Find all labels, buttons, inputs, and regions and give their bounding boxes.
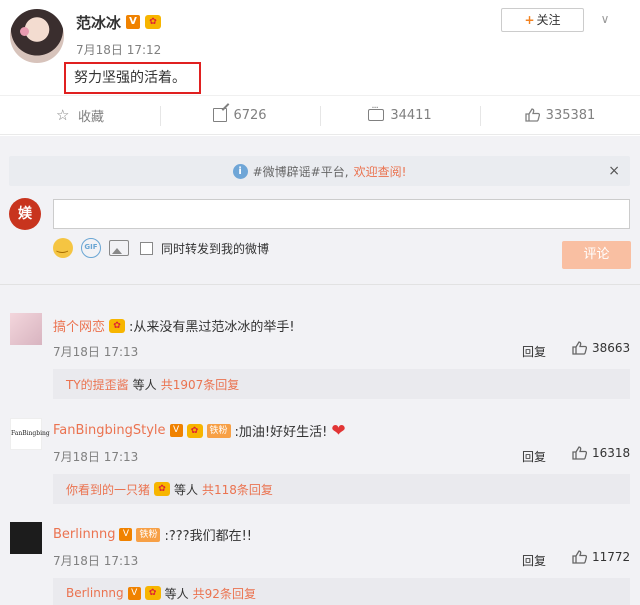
divider	[0, 284, 640, 285]
sub-reply-user[interactable]: TY的提歪酱	[66, 376, 129, 393]
sub-reply-mid: 等人	[174, 482, 199, 497]
commenter-avatar[interactable]	[10, 522, 42, 554]
plus-icon: +	[524, 13, 535, 27]
fan-badge-icon: ✿	[186, 423, 203, 438]
forward-checkbox[interactable]	[140, 241, 153, 255]
comment-like-button[interactable]: 38663	[572, 341, 630, 355]
verified-badge-icon: V	[119, 528, 133, 541]
composer-tools: GIF 同时转发到我的微博	[53, 238, 269, 258]
follow-button[interactable]: + 关注	[501, 8, 584, 32]
comment-like-count: 16318	[592, 446, 631, 460]
author-avatar[interactable]	[10, 9, 64, 63]
comment-like-count: 38663	[592, 341, 631, 355]
fan-tag: 铁粉	[136, 527, 161, 542]
comment-button[interactable]: 34411	[320, 96, 480, 134]
comment-user[interactable]: FanBingbingStyle	[53, 423, 166, 438]
comment-user[interactable]: Berlinnng	[53, 527, 115, 542]
action-bar: ☆ 收藏 6726 34411 335381	[0, 95, 640, 135]
thumbs-up-icon	[572, 341, 587, 355]
sub-reply-mid: 等人	[164, 586, 189, 601]
comment-icon	[368, 103, 385, 121]
commenter-avatar[interactable]	[10, 313, 42, 345]
comment-area: i #微博辟谣#平台, 欢迎查阅! × 媄 GIF 同时转发到我的微博 评论 搞…	[0, 136, 640, 605]
emoji-icon[interactable]	[53, 238, 73, 258]
sub-reply-user[interactable]: 你看到的一只猪	[66, 481, 150, 498]
repost-icon	[213, 108, 228, 122]
favorite-label: 收藏	[77, 109, 104, 125]
sub-replies[interactable]: 你看到的一只猪 ✿ 等人 共118条回复	[53, 474, 630, 504]
comment-line: FanBingbingStyle V ✿ 铁粉 :加油!好好生活! ❤	[53, 421, 346, 440]
comment-input[interactable]	[53, 199, 630, 229]
close-icon[interactable]: ×	[608, 163, 620, 179]
comment-time[interactable]: 7月18日 17:13	[53, 448, 138, 465]
rumor-notice: i #微博辟谣#平台, 欢迎查阅! ×	[9, 156, 630, 186]
heart-icon: ❤	[331, 420, 346, 441]
sub-reply-user[interactable]: Berlinnng	[66, 586, 124, 600]
comment-text: :加油!好好生活!	[234, 425, 328, 440]
comment-like-count: 11772	[592, 550, 631, 564]
image-icon[interactable]	[109, 240, 129, 256]
like-count: 335381	[545, 107, 596, 123]
fan-badge-icon: ✿	[154, 482, 171, 496]
my-avatar[interactable]: 媄	[9, 198, 41, 230]
reply-button[interactable]: 回复	[522, 552, 546, 569]
like-button[interactable]: 335381	[480, 96, 640, 134]
repost-count: 6726	[233, 107, 267, 123]
gif-icon[interactable]: GIF	[81, 238, 101, 258]
comment-like-button[interactable]: 16318	[572, 446, 630, 460]
reply-button[interactable]: 回复	[522, 343, 546, 360]
comment-line: Berlinnng V 铁粉 :???我们都在!!	[53, 525, 252, 544]
thumbs-up-icon	[572, 550, 587, 564]
comment-text: :从来没有黑过范冰冰的举手!	[129, 320, 295, 335]
commenter-avatar[interactable]: FanBingbing	[10, 418, 50, 450]
sub-reply-count[interactable]: 共92条回复	[193, 585, 256, 602]
sub-reply-mid: 等人	[132, 377, 157, 392]
post-time[interactable]: 7月18日 17:12	[76, 41, 161, 58]
comment-line: 搞个网恋 ✿ :从来没有黑过范冰冰的举手!	[53, 316, 295, 335]
fan-badge-icon: ✿	[145, 15, 162, 29]
thumbs-up-icon	[525, 108, 540, 122]
post-text: 努力坚强的活着。	[74, 70, 186, 86]
repost-button[interactable]: 6726	[160, 96, 320, 134]
verified-badge-icon: V	[127, 586, 141, 600]
comment-text: :???我们都在!!	[164, 529, 252, 544]
forward-label[interactable]: 同时转发到我的微博	[161, 240, 269, 257]
verified-badge-icon: V	[169, 424, 183, 437]
star-icon: ☆	[55, 106, 70, 124]
comment-like-button[interactable]: 11772	[572, 550, 630, 564]
fan-badge-icon: ✿	[144, 586, 161, 600]
comment-count: 34411	[390, 107, 432, 123]
sub-replies[interactable]: Berlinnng V ✿ 等人 共92条回复	[53, 578, 630, 605]
reply-button[interactable]: 回复	[522, 448, 546, 465]
favorite-button[interactable]: ☆ 收藏	[0, 96, 160, 134]
fan-badge-icon: ✿	[109, 318, 126, 333]
sub-replies[interactable]: TY的提歪酱 等人 共1907条回复	[53, 369, 630, 399]
notice-link[interactable]: 欢迎查阅!	[354, 163, 407, 180]
submit-comment-button[interactable]: 评论	[562, 241, 631, 269]
sub-reply-count[interactable]: 共118条回复	[202, 481, 273, 498]
info-icon: i	[232, 163, 248, 179]
chevron-down-icon[interactable]: ∨	[598, 12, 612, 26]
comment-time[interactable]: 7月18日 17:13	[53, 552, 138, 569]
notice-prefix[interactable]: #微博辟谣#平台,	[253, 163, 349, 180]
thumbs-up-icon	[572, 446, 587, 460]
sub-reply-count[interactable]: 共1907条回复	[161, 376, 240, 393]
author-name[interactable]: 范冰冰	[76, 12, 121, 33]
comment-user[interactable]: 搞个网恋	[53, 316, 105, 335]
comment-time[interactable]: 7月18日 17:13	[53, 343, 138, 360]
verified-badge-icon: V	[126, 15, 141, 29]
author-line: 范冰冰 V ✿	[76, 12, 162, 33]
fan-tag: 铁粉	[206, 423, 231, 438]
follow-label: 关注	[536, 13, 561, 27]
